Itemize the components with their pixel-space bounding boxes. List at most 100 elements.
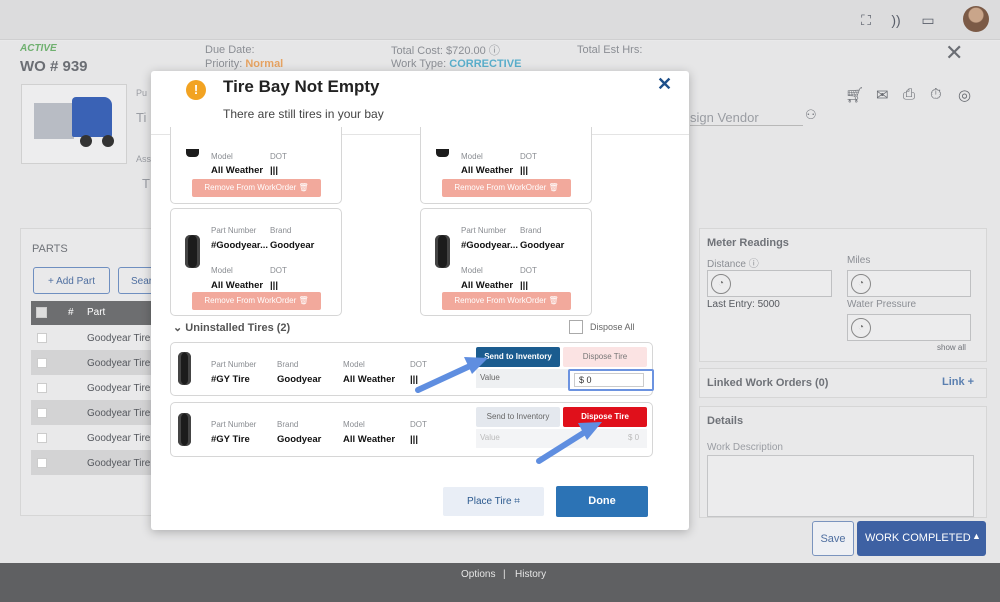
mail-icon[interactable]: ✉ bbox=[876, 86, 889, 104]
trash-icon: 🗑︎ bbox=[548, 296, 559, 305]
value-input[interactable]: $ 0 bbox=[574, 373, 644, 387]
uninstalled-tire-row: Part Number Brand Model DOT #GY Tire Goo… bbox=[170, 402, 653, 457]
trash-icon: 🗑︎ bbox=[298, 296, 309, 305]
dot-value: ||| bbox=[270, 165, 278, 176]
model-value: All Weather bbox=[461, 165, 514, 176]
place-tire-button[interactable]: Place Tire ⌗ bbox=[443, 487, 544, 516]
row-checkbox[interactable] bbox=[37, 433, 47, 443]
footer-options-link[interactable]: Options bbox=[461, 569, 495, 580]
part-number-label: Part Number bbox=[211, 360, 257, 369]
timer-icon[interactable]: ⏱ bbox=[930, 86, 942, 103]
table-row[interactable]: Goodyear Tire bbox=[31, 325, 153, 350]
dispose-all-checkbox[interactable] bbox=[569, 320, 583, 334]
total-cost: Total Cost: $720.00 ⓘ bbox=[391, 45, 500, 57]
part-number-value: #GY Tire bbox=[211, 434, 250, 445]
remove-from-workorder-button[interactable]: Remove From WorkOrder 🗑︎ bbox=[192, 292, 321, 310]
select-all-checkbox[interactable] bbox=[36, 307, 47, 318]
last-entry: Last Entry: 5000 bbox=[707, 299, 780, 310]
footer-history-link[interactable]: History bbox=[515, 569, 546, 580]
chat-icon[interactable]: ▭ bbox=[919, 11, 937, 29]
brand-label: Brand bbox=[270, 226, 292, 235]
tire-icon bbox=[435, 235, 450, 268]
table-row[interactable]: Goodyear Tire bbox=[31, 450, 153, 475]
model-value: All Weather bbox=[343, 434, 396, 445]
part-name: Goodyear Tire bbox=[87, 408, 151, 419]
assign-vendor-field[interactable]: sign Vendor bbox=[690, 110, 803, 126]
gauge-icon: ◔ bbox=[711, 274, 731, 294]
dot-label: DOT bbox=[410, 360, 427, 369]
model-value: All Weather bbox=[343, 374, 396, 385]
tire-icon bbox=[178, 352, 191, 385]
value-label: Value bbox=[480, 373, 500, 382]
scan-icon[interactable]: ⛶ bbox=[857, 11, 875, 29]
send-to-inventory-button[interactable]: Send to Inventory bbox=[476, 347, 560, 367]
dispose-all-label: Dispose All bbox=[590, 322, 635, 332]
water-pressure-input[interactable]: ◔ bbox=[847, 314, 971, 341]
meter-readings-title: Meter Readings bbox=[707, 237, 789, 249]
cart-icon[interactable]: 🛒︎ bbox=[845, 86, 864, 104]
bay-tire-card: Part Number Brand #Goodyear... Goodyear … bbox=[170, 208, 342, 316]
parts-table-body: Goodyear Tire Goodyear Tire Goodyear Tir… bbox=[31, 325, 153, 475]
link-add-button[interactable]: Link + bbox=[942, 376, 974, 388]
row-checkbox[interactable] bbox=[37, 408, 47, 418]
priority-value: Normal bbox=[245, 58, 284, 70]
add-part-button[interactable]: + Add Part bbox=[33, 267, 110, 294]
dot-label: DOT bbox=[520, 266, 537, 275]
chevron-down-icon[interactable]: ⌄ bbox=[173, 322, 182, 334]
miles-label: Miles bbox=[847, 255, 871, 266]
brand-label: Brand bbox=[520, 226, 542, 235]
model-label: Model bbox=[461, 152, 483, 161]
brand-label: Brand bbox=[277, 360, 299, 369]
close-icon[interactable]: ✕ bbox=[945, 40, 963, 66]
table-row[interactable]: Goodyear Tire bbox=[31, 350, 153, 375]
model-label: Model bbox=[461, 266, 483, 275]
row-checkbox[interactable] bbox=[37, 333, 47, 343]
dispose-tire-button[interactable]: Dispose Tire bbox=[563, 347, 647, 367]
close-icon[interactable]: ✕ bbox=[657, 74, 672, 95]
show-all-link[interactable]: show all bbox=[937, 343, 966, 352]
uninstalled-tires-header: ⌄ Uninstalled Tires (2) bbox=[173, 321, 290, 334]
dot-value: ||| bbox=[520, 280, 528, 291]
target-icon[interactable]: ◎ bbox=[958, 86, 971, 104]
table-row[interactable]: Goodyear Tire bbox=[31, 375, 153, 400]
work-completed-button[interactable]: WORK COMPLETED ▲ bbox=[857, 521, 986, 556]
modal-subtitle: There are still tires in your bay bbox=[223, 107, 384, 121]
brand-label: Brand bbox=[277, 420, 299, 429]
remove-from-workorder-button[interactable]: Remove From WorkOrder 🗑︎ bbox=[442, 292, 571, 310]
tire-icon bbox=[186, 149, 199, 157]
gauge-icon: ◔ bbox=[851, 318, 871, 338]
row-checkbox[interactable] bbox=[37, 358, 47, 368]
partial-label-pu: Pu bbox=[136, 88, 148, 98]
distance-label: Distance ⓘ bbox=[707, 259, 759, 270]
print-icon[interactable]: ⎙ bbox=[903, 86, 915, 103]
remove-from-workorder-button[interactable]: Remove From WorkOrder 🗑︎ bbox=[442, 179, 571, 197]
footer-divider: | bbox=[503, 569, 506, 580]
done-button[interactable]: Done bbox=[556, 486, 648, 517]
part-name: Goodyear Tire bbox=[87, 433, 151, 444]
avatar[interactable] bbox=[963, 6, 989, 32]
col-part: Part bbox=[87, 307, 106, 318]
part-number-value: #GY Tire bbox=[211, 374, 250, 385]
table-row[interactable]: Goodyear Tire bbox=[31, 425, 153, 450]
table-row[interactable]: Goodyear Tire bbox=[31, 400, 153, 425]
person-icon[interactable]: ⚇ bbox=[805, 107, 817, 123]
rss-icon[interactable]: )) bbox=[887, 11, 905, 29]
brand-value: Goodyear bbox=[270, 240, 315, 251]
work-description-input[interactable] bbox=[707, 455, 974, 517]
distance-input[interactable]: ◔ bbox=[707, 270, 832, 297]
send-to-inventory-button[interactable]: Send to Inventory bbox=[476, 407, 560, 427]
dot-value: ||| bbox=[520, 165, 528, 176]
bay-tire-card: Model DOT All Weather ||| Remove From Wo… bbox=[170, 127, 342, 204]
part-name: Goodyear Tire bbox=[87, 458, 151, 469]
dot-label: DOT bbox=[270, 152, 287, 161]
row-checkbox[interactable] bbox=[37, 383, 47, 393]
remove-from-workorder-button[interactable]: Remove From WorkOrder 🗑︎ bbox=[192, 179, 321, 197]
save-button[interactable]: Save bbox=[812, 521, 854, 556]
priority-label: Priority: Normal bbox=[205, 58, 284, 70]
miles-input[interactable]: ◔ bbox=[847, 270, 971, 297]
dispose-tire-button[interactable]: Dispose Tire bbox=[563, 407, 647, 427]
caret-up-icon[interactable]: ▲ bbox=[972, 531, 981, 541]
row-checkbox[interactable] bbox=[37, 458, 47, 468]
value-disabled: $ 0 bbox=[628, 433, 640, 442]
part-number-label: Part Number bbox=[211, 420, 257, 429]
